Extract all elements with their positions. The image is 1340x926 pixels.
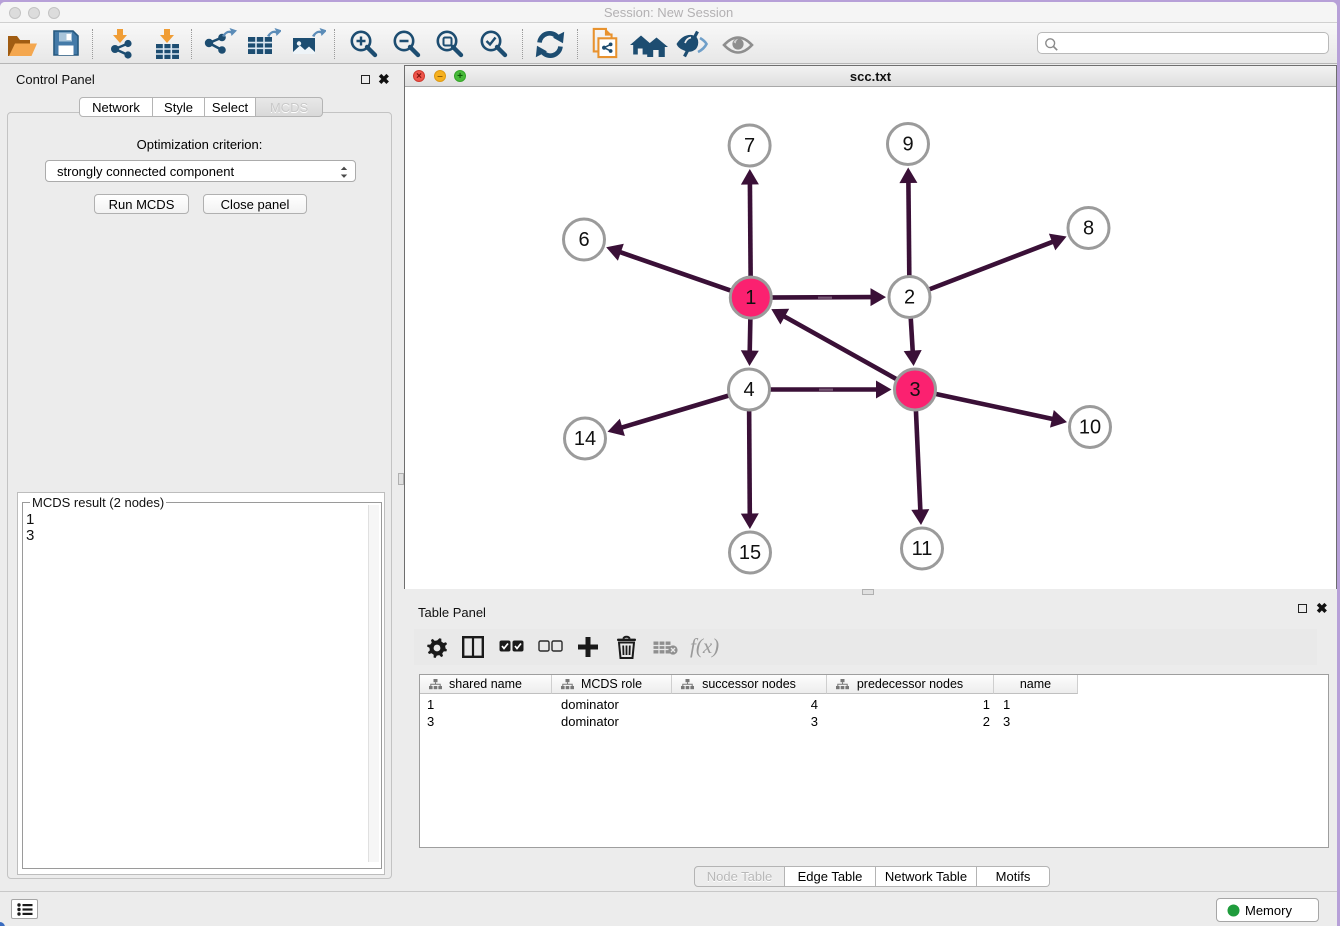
- svg-text:9: 9: [902, 134, 913, 156]
- svg-text:10: 10: [1079, 417, 1101, 439]
- svg-text:15: 15: [739, 542, 761, 564]
- svg-text:4: 4: [743, 379, 754, 401]
- svg-text:11: 11: [912, 538, 933, 560]
- svg-text:6: 6: [578, 229, 589, 251]
- svg-text:1: 1: [745, 287, 756, 309]
- svg-text:7: 7: [744, 135, 755, 157]
- svg-text:2: 2: [904, 287, 915, 309]
- svg-text:14: 14: [574, 428, 596, 450]
- svg-text:3: 3: [909, 379, 920, 401]
- svg-text:8: 8: [1083, 218, 1094, 240]
